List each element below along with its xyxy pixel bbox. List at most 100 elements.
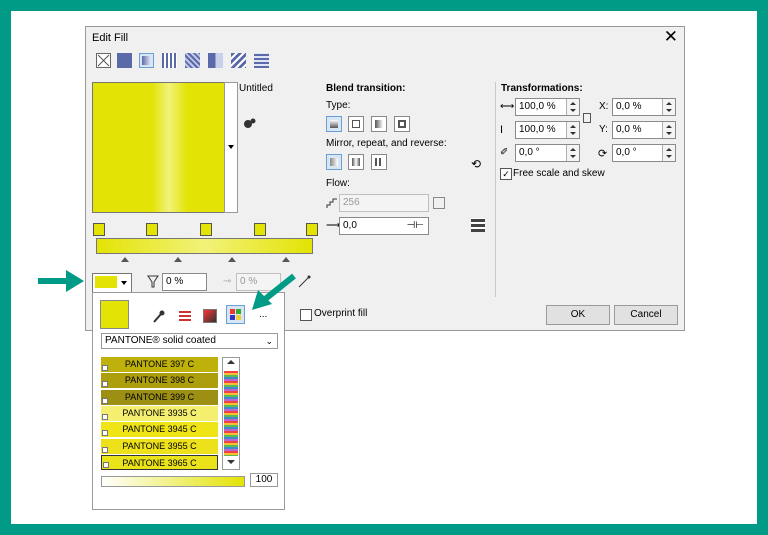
skew-field[interactable]: 0,0 °	[515, 144, 580, 162]
swatch-name: PANTONE 399 C	[124, 391, 195, 402]
x-label: X:	[599, 101, 609, 112]
fill-name: Untitled	[239, 83, 273, 94]
y-value: 0,0 %	[616, 124, 642, 135]
tint-field[interactable]: 100	[250, 473, 278, 487]
skew-icon: ✐	[500, 147, 509, 158]
swatch-item[interactable]: PANTONE 3965 C	[101, 454, 218, 470]
color-stop-node[interactable]	[93, 223, 105, 236]
swatch-name: PANTONE 397 C	[124, 359, 195, 369]
acceleration-value: 0,0	[343, 220, 357, 231]
acceleration-slider-icon[interactable]: ⊣⊢	[407, 218, 424, 234]
lock-steps-icon[interactable]	[433, 197, 445, 209]
mirror-fill-icon[interactable]	[348, 154, 364, 170]
midpoint-marker[interactable]	[121, 253, 129, 262]
swatch-item[interactable]: PANTONE 398 C	[101, 373, 218, 389]
palette-dropdown[interactable]: PANTONE® solid coated ⌄	[101, 333, 278, 349]
fill-width-field[interactable]: 100,0 %	[515, 98, 580, 116]
color-stop-node[interactable]	[306, 223, 318, 236]
width-icon: ⟷	[500, 101, 515, 112]
color-stop-node[interactable]	[254, 223, 266, 236]
midpoint-marker[interactable]	[228, 253, 236, 262]
close-icon[interactable]: ✕	[664, 27, 678, 47]
accelerate-icon[interactable]	[298, 275, 311, 288]
swatch-corner-icon	[102, 446, 108, 453]
fountain-fill-icon[interactable]	[139, 53, 154, 68]
rotate-field[interactable]: 0,0 °	[612, 144, 676, 162]
color-picker-popup: ... PANTONE® solid coated ⌄ PANTONE 397 …	[92, 292, 285, 510]
chevron-down-icon	[228, 145, 234, 152]
fill-preview	[92, 82, 225, 213]
midpoint-marker[interactable]	[174, 253, 182, 262]
midpoint-marker[interactable]	[282, 253, 290, 262]
texture-fill-icon[interactable]	[231, 53, 246, 68]
x-field[interactable]: 0,0 %	[612, 98, 676, 116]
repeat-fill-icon[interactable]	[371, 154, 387, 170]
vector-pattern-icon[interactable]	[162, 53, 177, 68]
preview-dropdown[interactable]	[224, 82, 238, 213]
reverse-icon[interactable]: ⟲	[471, 157, 481, 171]
swatch-name: PANTONE 398 C	[124, 375, 195, 386]
swatch-corner-icon	[102, 381, 108, 388]
y-field[interactable]: 0,0 %	[612, 121, 676, 139]
color-stop-node[interactable]	[146, 223, 158, 236]
divider	[495, 82, 496, 297]
no-fill-icon[interactable]	[96, 53, 111, 68]
swatch-corner-icon	[102, 365, 108, 371]
tint-slider[interactable]	[101, 476, 245, 487]
fill-width-value: 100,0 %	[519, 101, 556, 112]
cancel-button[interactable]: Cancel	[614, 305, 678, 325]
overprint-checkbox[interactable]	[300, 309, 312, 321]
height-icon: I	[500, 124, 504, 136]
swatch-item[interactable]: PANTONE 3955 C	[101, 438, 218, 454]
steps-icon	[326, 197, 338, 209]
free-scale-checkbox[interactable]: ✓	[500, 168, 512, 180]
swatch-name: PANTONE 3955 C	[122, 440, 197, 451]
rectangular-fill-icon[interactable]	[394, 116, 410, 132]
color-stop-node[interactable]	[200, 223, 212, 236]
y-label: Y:	[599, 124, 608, 135]
palette-strip	[224, 371, 238, 456]
ok-button[interactable]: OK	[546, 305, 610, 325]
swatch-item[interactable]: PANTONE 399 C	[101, 389, 218, 405]
palette-scrollbar[interactable]	[222, 357, 240, 470]
uniform-fill-icon[interactable]	[117, 53, 132, 68]
swatch-item[interactable]: PANTONE 3935 C	[101, 405, 218, 421]
scroll-down-icon[interactable]	[227, 460, 235, 464]
lock-icon[interactable]	[583, 113, 591, 123]
swatch-name: PANTONE 3935 C	[122, 407, 197, 418]
opacity-value: 0 %	[166, 276, 184, 287]
dialog-title: Edit Fill	[92, 32, 129, 44]
midpoint-icon: ⊸	[223, 276, 232, 287]
default-fill-icon[interactable]	[326, 154, 342, 170]
two-color-pattern-icon[interactable]	[208, 53, 223, 68]
edit-fill-dialog: Edit Fill ✕ Untitled 0 % ⊸ 0 % Blend tra…	[85, 26, 685, 331]
scroll-up-icon[interactable]	[227, 360, 235, 364]
steps-value: 256	[343, 197, 360, 208]
gradient-bar[interactable]	[96, 238, 313, 254]
swatch-item[interactable]: PANTONE 397 C	[101, 357, 218, 372]
linear-fill-icon[interactable]	[326, 116, 342, 132]
acceleration-field[interactable]: 0,0 ⊣⊢	[339, 217, 429, 235]
rotate-icon: ⟳	[598, 148, 608, 160]
chevron-down-icon: ⌄	[265, 336, 273, 346]
transparency-icon	[147, 275, 159, 289]
smooth-transition-icon[interactable]	[471, 218, 485, 232]
color-palettes-icon[interactable]	[226, 305, 245, 324]
blend-transition-header: Blend transition:	[326, 83, 406, 94]
opacity-field[interactable]: 0 %	[162, 273, 207, 291]
postscript-fill-icon[interactable]	[254, 53, 269, 68]
eyedropper-icon[interactable]	[153, 309, 165, 323]
elliptical-fill-icon[interactable]	[348, 116, 364, 132]
save-fill-icon[interactable]	[242, 117, 256, 131]
bitmap-pattern-icon[interactable]	[185, 53, 200, 68]
color-viewer-icon[interactable]	[203, 309, 217, 323]
conical-fill-icon[interactable]	[371, 116, 387, 132]
color-sliders-icon[interactable]	[179, 309, 191, 321]
swatch-item[interactable]: PANTONE 3945 C	[101, 422, 218, 438]
flow-label: Flow:	[326, 178, 350, 189]
overprint-label: Overprint fill	[314, 308, 368, 319]
fill-height-field[interactable]: 100,0 %	[515, 121, 580, 139]
mirror-label: Mirror, repeat, and reverse:	[326, 138, 447, 149]
steps-field[interactable]: 256	[339, 194, 429, 212]
node-color-dropdown[interactable]	[92, 273, 132, 293]
